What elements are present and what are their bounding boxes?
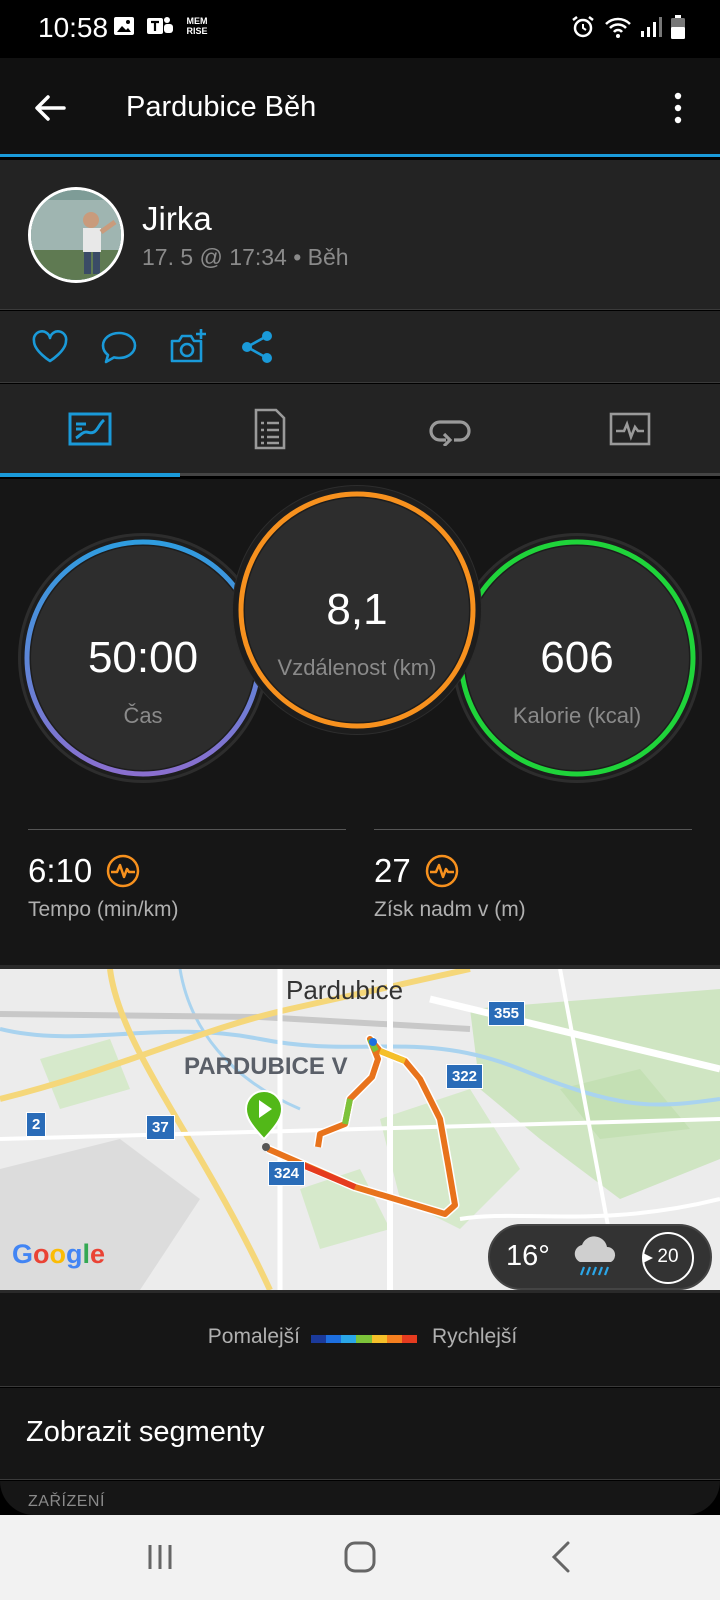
tab-charts[interactable] (540, 384, 720, 473)
pace-legend: Pomalejší Rychlejší (0, 1293, 720, 1387)
legend-swatch (401, 1335, 417, 1343)
map-city-label: Pardubice (286, 975, 404, 1005)
device-section-label: ZAŘÍZENÍ (28, 1493, 105, 1510)
pulse-icon (425, 854, 458, 888)
elevation-value: 27 (374, 852, 411, 889)
road-shield: 322 (446, 1064, 484, 1089)
overview-icon (68, 412, 112, 445)
page-title: Pardubice Běh (126, 91, 317, 123)
distance-value: 8,1 (326, 585, 388, 634)
recent-apps-icon[interactable] (138, 1537, 182, 1577)
more-vertical-icon[interactable] (666, 88, 690, 128)
alarm-icon (572, 16, 594, 38)
user-name[interactable]: Jirka (142, 200, 212, 238)
device-section: ZAŘÍZENÍ (0, 1481, 720, 1515)
weather-temp: 16° (506, 1240, 550, 1272)
comment-icon[interactable] (99, 327, 139, 367)
divider (28, 829, 346, 830)
status-bar: 10:58 MEM RISE (0, 0, 720, 58)
calories-ring: 606 Kalorie (kcal) (452, 533, 702, 783)
tab-laps[interactable] (360, 384, 540, 473)
battery-icon (671, 15, 685, 39)
legend-swatch (341, 1335, 357, 1343)
elevation-metric[interactable]: 27 (374, 852, 459, 890)
calories-value: 606 (540, 633, 614, 682)
legend-swatch (311, 1335, 327, 1343)
wind-indicator: 20 (642, 1232, 694, 1284)
avatar-image (31, 190, 121, 280)
map-district-label: PARDUBICE V (184, 1053, 348, 1080)
legend-faster: Rychlejší (432, 1325, 518, 1348)
stats-panel: 50:00 Čas 606 Kalorie (kcal) 8,1 Vzdálen… (0, 479, 720, 965)
legend-swatch (386, 1335, 402, 1343)
share-icon[interactable] (238, 327, 278, 367)
calories-label: Kalorie (kcal) (512, 703, 642, 728)
legend-swatch (356, 1335, 372, 1343)
rain-cloud-icon (574, 1236, 616, 1276)
status-left-icons: MEM RISE (112, 14, 210, 38)
home-icon[interactable] (338, 1537, 382, 1577)
back-icon[interactable] (540, 1537, 584, 1577)
status-right-icons (570, 14, 686, 40)
memrise-icon: MEM RISE (186, 16, 208, 36)
social-actions (0, 311, 720, 383)
pace-metric[interactable]: 6:10 (28, 852, 140, 890)
road-shield: 355 (488, 1001, 526, 1026)
show-segments-label: Zobrazit segmenty (26, 1416, 265, 1448)
tab-overview[interactable] (0, 384, 180, 473)
add-photo-icon[interactable] (168, 327, 208, 367)
distance-label: Vzdálenost (km) (277, 655, 437, 680)
image-icon (114, 17, 134, 35)
pace-value: 6:10 (28, 852, 93, 889)
activity-tabs (0, 384, 720, 477)
time-value: 50:00 (87, 633, 199, 682)
avatar[interactable] (28, 187, 124, 283)
arrow-left-icon[interactable] (30, 88, 70, 128)
weather-badge[interactable]: 16° 20 (488, 1224, 712, 1290)
distance-ring: 8,1 Vzdálenost (km) (232, 485, 482, 735)
legend-swatch (371, 1335, 387, 1343)
wifi-icon (605, 17, 631, 38)
system-nav-bar (0, 1515, 720, 1600)
status-time: 10:58 (38, 12, 109, 43)
google-logo: Google (12, 1239, 106, 1269)
road-shield: 37 (146, 1115, 175, 1140)
legend-gradient (311, 1335, 417, 1343)
laps-icon (429, 419, 471, 446)
road-shield: 324 (268, 1161, 306, 1186)
activity-meta: 17. 5 @ 17:34 • Běh (142, 244, 349, 270)
road-shield: 2 (26, 1112, 47, 1137)
app-bar: Pardubice Běh (0, 58, 720, 157)
chart-icon (609, 412, 651, 445)
divider (374, 829, 692, 830)
elevation-label: Získ nadm v (m) (374, 898, 526, 921)
teams-icon (147, 17, 173, 34)
show-segments-button[interactable]: Zobrazit segmenty (0, 1388, 720, 1480)
time-label: Čas (123, 703, 163, 728)
pulse-icon (106, 854, 140, 888)
details-icon (254, 408, 286, 449)
activity-header: Jirka 17. 5 @ 17:34 • Běh (0, 160, 720, 310)
wind-speed: 20 (657, 1246, 679, 1267)
tab-selected-indicator (0, 473, 180, 477)
time-ring: 50:00 Čas (18, 533, 268, 783)
legend-slower: Pomalejší (207, 1325, 300, 1348)
pace-label: Tempo (min/km) (28, 898, 179, 921)
legend-swatch (326, 1335, 342, 1343)
tab-details[interactable] (180, 384, 360, 473)
route-map[interactable]: Pardubice PARDUBICE V 355 322 2 37 324 G… (0, 965, 720, 1293)
signal-icon (641, 17, 662, 37)
heart-icon[interactable] (30, 327, 70, 367)
